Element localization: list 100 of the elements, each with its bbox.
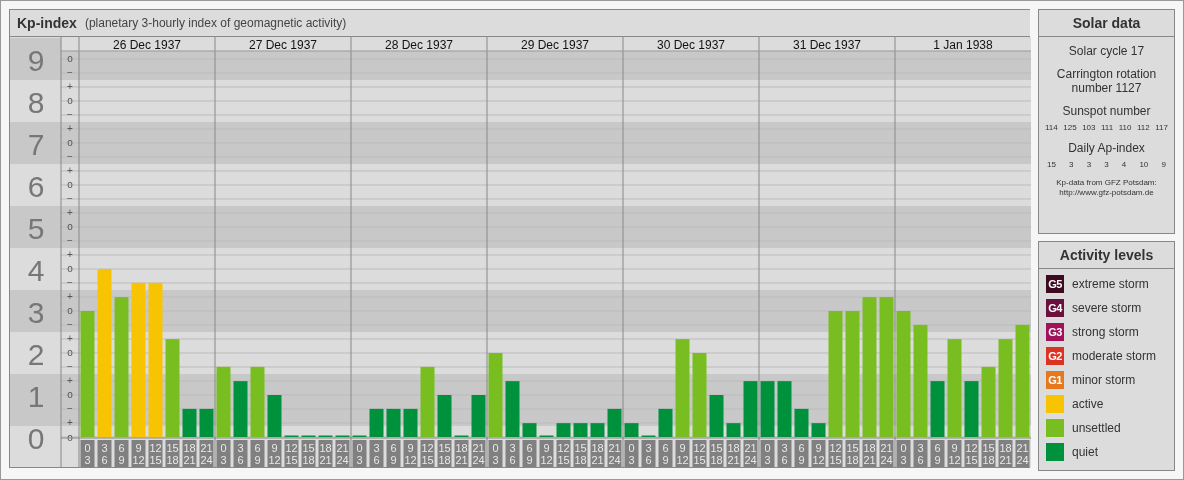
- time-slot-label: 9 12: [403, 440, 418, 467]
- x-tick-label: 3 6: [645, 442, 652, 466]
- time-slot-label: 6 9: [794, 440, 809, 467]
- date-label: 29 Dec 1937: [520, 37, 590, 52]
- time-slot-label: 0 3: [80, 440, 95, 467]
- time-slot-label: 6 9: [250, 440, 265, 467]
- time-slot-label: 18 21: [862, 440, 877, 467]
- tick-label: o: [67, 389, 73, 401]
- time-slot-label: 3 6: [913, 440, 928, 467]
- level-badge: G1: [1046, 371, 1064, 389]
- x-tick-label: 3 6: [509, 442, 516, 466]
- legend-label: minor storm: [1072, 373, 1136, 387]
- time-slot-label: 9 12: [539, 440, 554, 467]
- x-tick-label: 0 3: [900, 442, 907, 466]
- legend-label: active: [1072, 397, 1104, 411]
- x-tick-label: 3 6: [237, 442, 244, 466]
- time-slot-label: 3 6: [97, 440, 112, 467]
- x-tick-label: 6 9: [390, 442, 397, 466]
- level-badge: G2: [1046, 347, 1064, 365]
- legend-label: quiet: [1072, 445, 1099, 459]
- tick-label: o: [67, 431, 73, 443]
- time-slot-label: 12 15: [964, 440, 979, 467]
- level-badge: G5: [1046, 275, 1064, 293]
- date-label: 28 Dec 1937: [384, 37, 454, 52]
- tick-label: o: [67, 263, 73, 275]
- date-label: 31 Dec 1937: [792, 37, 862, 52]
- x-tick-label: 0 3: [492, 442, 499, 466]
- date-label: 1 Jan 1938: [933, 37, 993, 52]
- tick-label: −: [67, 67, 73, 79]
- y-axis-label: 7: [27, 128, 45, 161]
- x-tick-label: 6 9: [662, 442, 669, 466]
- sunspot-value: 111: [1101, 123, 1114, 132]
- time-slot-label: 0 3: [352, 440, 367, 467]
- x-tick-label: 0 3: [628, 442, 635, 466]
- tick-label: o: [67, 95, 73, 107]
- tick-label: −: [67, 319, 73, 331]
- ap-value: 3: [1069, 160, 1074, 169]
- time-slot-label: 9 12: [675, 440, 690, 467]
- x-tick-label: 0 3: [220, 442, 227, 466]
- tick-label: +: [67, 249, 73, 261]
- time-slot-label: 3 6: [777, 440, 792, 467]
- time-slot-label: 12 15: [692, 440, 707, 467]
- y-axis-label: 6: [27, 170, 45, 203]
- time-slot-label: 12 15: [148, 440, 163, 467]
- time-slot-label: 21 24: [335, 440, 350, 467]
- ap-value: 9: [1161, 160, 1166, 169]
- ap-value: 4: [1121, 160, 1127, 169]
- time-slot-label: 21 24: [199, 440, 214, 467]
- time-slot-label: 18 21: [182, 440, 197, 467]
- x-tick-label: 3 6: [781, 442, 788, 466]
- solar-cycle: Solar cycle 17: [1068, 44, 1145, 58]
- legend-label: moderate storm: [1072, 349, 1157, 363]
- x-tick-label: 0 3: [84, 442, 91, 466]
- time-slot-label: 15 18: [301, 440, 316, 467]
- time-slot-label: 9 12: [947, 440, 962, 467]
- time-slot-label: 0 3: [488, 440, 503, 467]
- tick-label: −: [67, 403, 73, 415]
- y-axis-label: 3: [27, 296, 45, 329]
- tick-label: −: [67, 151, 73, 163]
- ap-value: 15: [1047, 160, 1056, 169]
- tick-label: o: [67, 137, 73, 149]
- sunspot-value: 110: [1118, 123, 1132, 132]
- tick-label: +: [67, 165, 73, 177]
- time-slot-label: 9 12: [131, 440, 146, 467]
- time-slot-label: 18 21: [590, 440, 605, 467]
- tick-label: +: [67, 417, 73, 429]
- time-slot-label: 0 3: [896, 440, 911, 467]
- carrington-rotation: Carrington rotation number 1127: [1055, 67, 1158, 95]
- x-tick-label: 3 6: [373, 442, 380, 466]
- x-tick-label: 6 9: [798, 442, 805, 466]
- time-slot-label: 15 18: [845, 440, 860, 467]
- time-slot-label: 3 6: [505, 440, 520, 467]
- time-slot-label: 6 9: [658, 440, 673, 467]
- tick-label: −: [67, 361, 73, 373]
- tick-label: +: [67, 207, 73, 219]
- tick-label: +: [67, 375, 73, 387]
- time-slot-label: 6 9: [522, 440, 537, 467]
- credit-text: Kp-data from GFZ Potsdam:: [1056, 178, 1157, 188]
- level-badge: G4: [1046, 299, 1064, 317]
- tick-label: o: [67, 53, 73, 65]
- time-slot-label: 21 24: [471, 440, 486, 467]
- tick-label: o: [67, 179, 73, 191]
- time-slot-label: 9 12: [811, 440, 826, 467]
- time-slot-label: 3 6: [369, 440, 384, 467]
- time-slot-label: 6 9: [930, 440, 945, 467]
- time-slot-label: 21 24: [607, 440, 622, 467]
- time-slot-label: 3 6: [233, 440, 248, 467]
- sunspot-value: 112: [1136, 123, 1150, 132]
- ap-value: 3: [1104, 160, 1109, 169]
- time-slot-label: 6 9: [386, 440, 401, 467]
- y-axis-label: 2: [27, 338, 45, 371]
- sunspot-heading: Sunspot number: [1062, 104, 1151, 118]
- time-slot-label: 0 3: [216, 440, 231, 467]
- date-label: 30 Dec 1937: [656, 37, 726, 52]
- time-slot-label: 12 15: [420, 440, 435, 467]
- time-slot-label: 12 15: [828, 440, 843, 467]
- x-tick-label: 0 3: [764, 442, 771, 466]
- tick-label: o: [67, 305, 73, 317]
- time-slot-label: 18 21: [998, 440, 1013, 467]
- y-axis-label: 1: [27, 380, 45, 413]
